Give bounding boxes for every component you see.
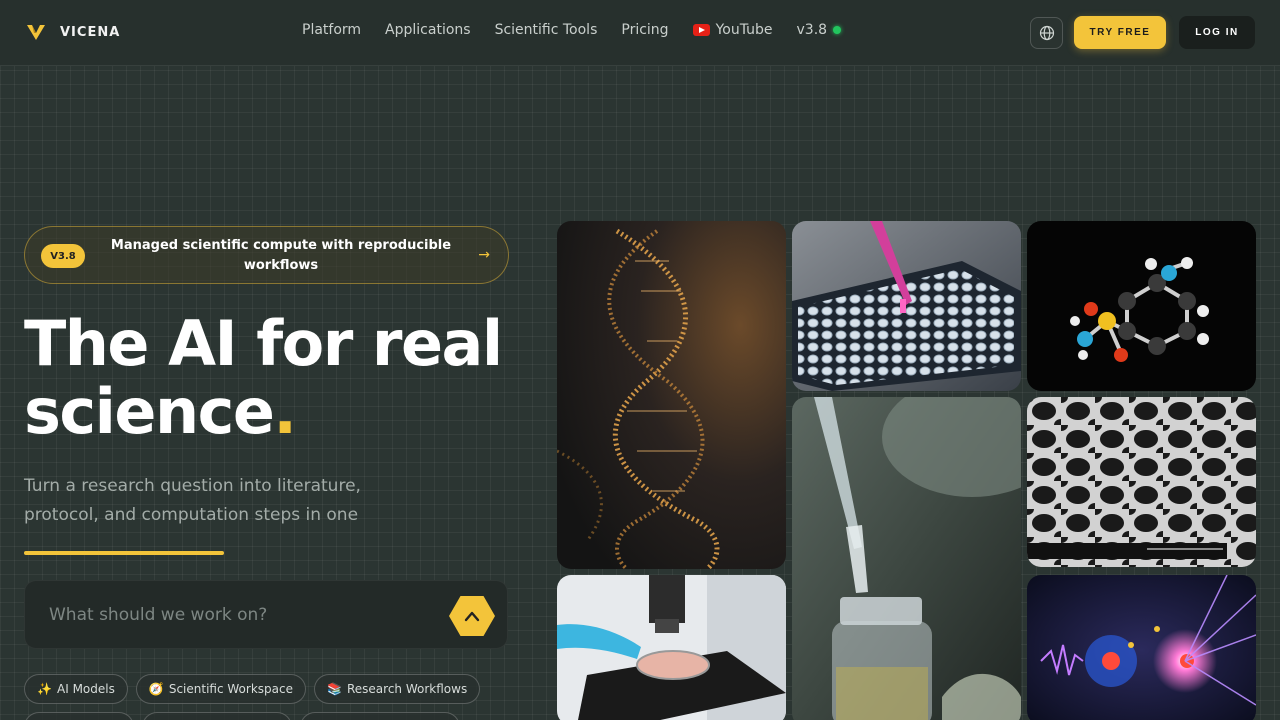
- nav-version[interactable]: v3.8: [797, 22, 842, 38]
- prompt-box: [24, 580, 508, 649]
- books-icon: 📚: [326, 682, 342, 696]
- brand-logo[interactable]: VICENA: [26, 22, 120, 42]
- dna-helix-image: [557, 221, 786, 569]
- compass-icon: 🧭: [148, 682, 164, 696]
- submit-button[interactable]: [449, 596, 495, 636]
- porous-microscopy-image: [1027, 397, 1256, 567]
- chip-partial[interactable]: [142, 712, 292, 720]
- hero-headline: The AI for real science.: [24, 310, 534, 446]
- particle-physics-image: [1027, 575, 1256, 720]
- youtube-icon: [692, 24, 710, 36]
- headline-accent-dot: .: [273, 375, 297, 448]
- vicena-logo-icon: [27, 25, 45, 40]
- pipette-well-plate-image: [792, 221, 1021, 391]
- headline-text: The AI for real science: [24, 307, 503, 448]
- accent-divider: [24, 551, 224, 555]
- arrow-right-icon: →: [478, 247, 490, 263]
- version-badge: V3.8: [41, 244, 85, 268]
- suggestion-chips: ✨ AI Models 🧭 Scientific Workspace 📚 Res…: [24, 674, 481, 704]
- main-nav: Platform Applications Scientific Tools P…: [302, 22, 842, 38]
- chip-partial[interactable]: [300, 712, 460, 720]
- announcement-banner[interactable]: V3.8 Managed scientific compute with rep…: [24, 226, 509, 284]
- chip-research-workflows[interactable]: 📚 Research Workflows: [313, 674, 481, 704]
- try-free-button[interactable]: TRY FREE: [1074, 16, 1166, 49]
- chevron-up-icon: [464, 611, 480, 622]
- nav-scientific-tools[interactable]: Scientific Tools: [495, 22, 598, 38]
- chip-ai-models[interactable]: ✨ AI Models: [24, 674, 128, 704]
- brand-name: VICENA: [60, 24, 121, 40]
- version-label: v3.8: [796, 22, 828, 38]
- nav-applications[interactable]: Applications: [385, 22, 471, 38]
- chip-label: Research Workflows: [346, 682, 468, 696]
- announcement-text: Managed scientific compute with reproduc…: [110, 238, 452, 273]
- status-dot-icon: [833, 26, 842, 34]
- globe-icon: [1039, 25, 1054, 41]
- chip-scientific-workspace[interactable]: 🧭 Scientific Workspace: [135, 674, 306, 704]
- nav-pricing[interactable]: Pricing: [621, 22, 668, 38]
- language-button[interactable]: [1030, 17, 1063, 49]
- nav-platform[interactable]: Platform: [302, 22, 361, 38]
- nav-youtube-label: YouTube: [715, 22, 773, 38]
- chip-label: AI Models: [57, 682, 115, 696]
- suggestion-chips-row-2: [24, 712, 460, 720]
- dropper-vial-image: [792, 397, 1021, 720]
- hero-subtitle: Turn a research question into literature…: [24, 476, 361, 525]
- site-header: VICENA Platform Applications Scientific …: [0, 0, 1280, 66]
- sparkle-icon: ✨: [37, 682, 52, 696]
- chip-partial[interactable]: [24, 712, 134, 720]
- prompt-input[interactable]: [49, 601, 429, 629]
- nav-youtube[interactable]: YouTube: [692, 22, 773, 38]
- log-in-button[interactable]: LOG IN: [1179, 16, 1255, 49]
- microscope-petri-image: [557, 575, 786, 720]
- chip-label: Scientific Workspace: [168, 682, 293, 696]
- molecule-model-image: [1027, 221, 1256, 391]
